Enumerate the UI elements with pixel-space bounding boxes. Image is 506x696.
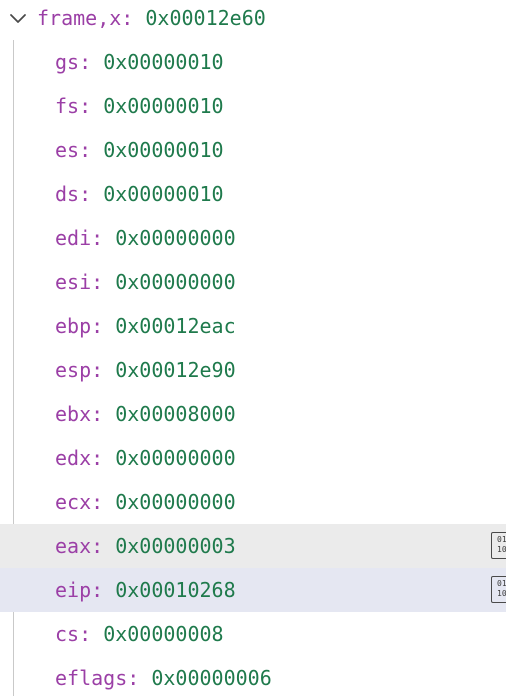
tree-item-label: ecx: 0x00000000 (55, 490, 236, 514)
binary-icon-glyph: 10 (497, 545, 506, 554)
tree-item-label: cs: 0x00000008 (55, 622, 224, 646)
variable-value: 0x00000000 (115, 490, 236, 514)
binary-icon-glyph: 01 (497, 535, 506, 544)
tree-item-gs[interactable]: gs: 0x00000010 (0, 40, 506, 84)
tree-item-ebx[interactable]: ebx: 0x00008000 (0, 392, 506, 436)
tree-item-label: esi: 0x00000000 (55, 270, 236, 294)
tree-item-edi[interactable]: edi: 0x00000000 (0, 216, 506, 260)
variable-name: eflags (55, 666, 128, 690)
tree-item-label: fs: 0x00000010 (55, 94, 224, 118)
tree-item-label: eflags: 0x00000006 (55, 666, 272, 690)
tree-item-eip[interactable]: eip: 0x00010268 01 10 (0, 568, 506, 612)
tree-item-label: eax: 0x00000003 (55, 534, 236, 558)
variable-value: 0x00012eac (115, 314, 236, 338)
tree-item-ecx[interactable]: ecx: 0x00000000 (0, 480, 506, 524)
name-value-separator: : (91, 226, 116, 250)
variable-name: edi (55, 226, 92, 250)
name-value-separator: : (91, 490, 116, 514)
tree-item-eflags[interactable]: eflags: 0x00000006 (0, 656, 506, 696)
variable-name: es (55, 138, 80, 162)
variable-value: 0x00008000 (115, 402, 236, 426)
variable-name: ecx (55, 490, 92, 514)
variable-value: 0x00012e90 (115, 358, 236, 382)
variable-value: 0x00000000 (115, 270, 236, 294)
variable-value: 0x00000000 (115, 226, 236, 250)
tree-item-label: edi: 0x00000000 (55, 226, 236, 250)
tree-item-eax[interactable]: eax: 0x00000003 01 10 (0, 524, 506, 568)
variable-name: gs (55, 50, 80, 74)
tree-item-frame[interactable]: frame,x: 0x00012e60 (0, 0, 506, 36)
name-value-separator: : (91, 314, 116, 338)
name-value-separator: : (79, 50, 104, 74)
variable-name: edx (55, 446, 92, 470)
variable-name: esi (55, 270, 92, 294)
variable-name: eip (55, 578, 92, 602)
tree-item-label: ebx: 0x00008000 (55, 402, 236, 426)
variable-name: esp (55, 358, 92, 382)
variable-name: fs (55, 94, 80, 118)
tree-item-cs[interactable]: cs: 0x00000008 (0, 612, 506, 656)
name-value-separator: : (79, 622, 104, 646)
tree-item-edx[interactable]: edx: 0x00000000 (0, 436, 506, 480)
name-value-separator: : (91, 402, 116, 426)
variable-value: 0x00000003 (115, 534, 236, 558)
variable-value: 0x00000008 (103, 622, 224, 646)
tree-item-label: gs: 0x00000010 (55, 50, 224, 74)
view-binary-data-icon[interactable]: 01 10 (491, 532, 506, 559)
name-value-separator: : (91, 270, 116, 294)
variable-name: frame,x (37, 6, 122, 30)
name-value-separator: : (91, 358, 116, 382)
variable-value: 0x00000000 (115, 446, 236, 470)
name-value-separator: : (79, 94, 104, 118)
tree-item-label: ebp: 0x00012eac (55, 314, 236, 338)
variable-value: 0x00000010 (103, 94, 224, 118)
variables-tree: frame,x: 0x00012e60 gs: 0x00000010 fs: 0x… (0, 0, 506, 696)
variable-value: 0x00010268 (115, 578, 236, 602)
chevron-down-icon[interactable] (0, 0, 36, 36)
tree-item-label: edx: 0x00000000 (55, 446, 236, 470)
tree-item-ebp[interactable]: ebp: 0x00012eac (0, 304, 506, 348)
tree-item-fs[interactable]: fs: 0x00000010 (0, 84, 506, 128)
tree-item-es[interactable]: es: 0x00000010 (0, 128, 506, 172)
name-value-separator: : (79, 138, 104, 162)
name-value-separator: : (91, 534, 116, 558)
tree-item-ds[interactable]: ds: 0x00000010 (0, 172, 506, 216)
variable-value: 0x00000010 (103, 182, 224, 206)
variable-name: ds (55, 182, 80, 206)
name-value-separator: : (121, 6, 146, 30)
tree-item-label: esp: 0x00012e90 (55, 358, 236, 382)
variable-name: ebp (55, 314, 92, 338)
variable-value: 0x00000010 (103, 50, 224, 74)
variable-value: 0x00000010 (103, 138, 224, 162)
variable-value: 0x00000006 (151, 666, 272, 690)
name-value-separator: : (91, 446, 116, 470)
view-binary-data-icon[interactable]: 01 10 (491, 576, 506, 603)
name-value-separator: : (127, 666, 152, 690)
tree-item-label: ds: 0x00000010 (55, 182, 224, 206)
variable-name: ebx (55, 402, 92, 426)
tree-item-label: frame,x: 0x00012e60 (37, 6, 266, 30)
binary-icon-glyph: 01 (497, 579, 506, 588)
binary-icon-glyph: 10 (497, 589, 506, 598)
name-value-separator: : (79, 182, 104, 206)
frame-children: gs: 0x00000010 fs: 0x00000010 es: 0x000000… (0, 40, 506, 696)
variable-name: eax (55, 534, 92, 558)
tree-item-esp[interactable]: esp: 0x00012e90 (0, 348, 506, 392)
variable-name: cs (55, 622, 80, 646)
tree-item-esi[interactable]: esi: 0x00000000 (0, 260, 506, 304)
tree-item-label: eip: 0x00010268 (55, 578, 236, 602)
variable-value: 0x00012e60 (145, 6, 266, 30)
tree-item-label: es: 0x00000010 (55, 138, 224, 162)
name-value-separator: : (91, 578, 116, 602)
